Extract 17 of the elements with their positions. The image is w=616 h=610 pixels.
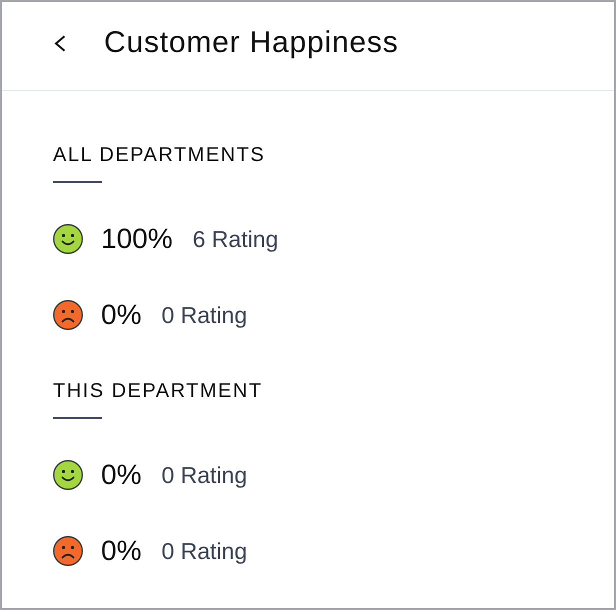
rating-count: 0 Rating [161,301,248,330]
back-button[interactable] [54,34,66,52]
section-heading: THIS DEPARTMENT [53,379,263,403]
percent-value: 0% [101,458,142,492]
page-title: Customer Happiness [104,25,399,61]
rating-count: 0 Rating [161,537,248,566]
frowning-face-icon [53,536,83,566]
chevron-left-icon [54,34,66,52]
percent-value: 0% [101,298,142,332]
smiling-face-icon [53,460,83,490]
percent-value: 100% [101,222,173,256]
frowning-face-icon [53,300,83,330]
section-heading: ALL DEPARTMENTS [53,143,266,167]
rating-count: 6 Rating [192,225,278,254]
percent-value: 0% [101,534,142,568]
rating-count: 0 Rating [161,461,248,490]
smiling-face-icon [53,224,83,254]
